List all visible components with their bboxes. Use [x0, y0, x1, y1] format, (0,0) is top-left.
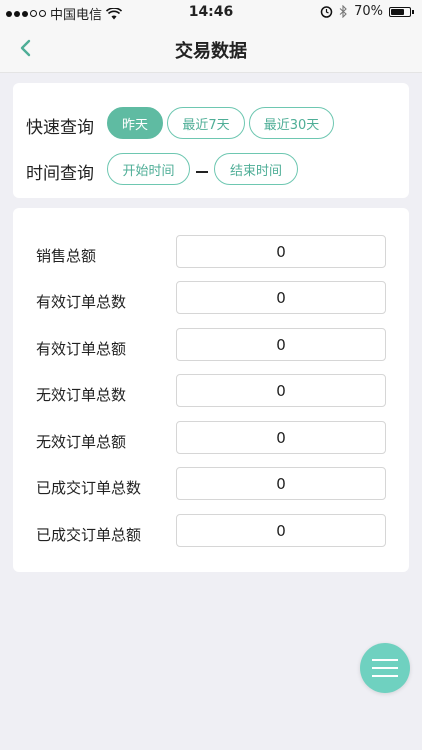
quick-query-label: 快速查询 [26, 118, 94, 138]
end-time-button[interactable]: 结束时间 [214, 153, 298, 185]
page-title: 交易数据 [175, 41, 247, 62]
battery-percent: 70% [354, 4, 383, 19]
stat-value-invalid-order-amount: 0 [176, 421, 386, 454]
quick-option-30days[interactable]: 最近30天 [249, 107, 334, 139]
stat-label-invalid-order-count: 无效订单总数 [36, 386, 127, 404]
bluetooth-icon [339, 5, 347, 18]
quick-option-yesterday[interactable]: 昨天 [107, 107, 163, 139]
stats-card: 销售总额 0 有效订单总数 0 有效订单总额 0 无效订单总数 0 无效订单总额… [13, 208, 409, 572]
stat-label-completed-order-count: 已成交订单总数 [36, 479, 142, 497]
stat-label-completed-order-amount: 已成交订单总额 [36, 526, 142, 544]
stat-value-sales-total: 0 [176, 235, 386, 268]
menu-fab-button[interactable] [360, 643, 410, 693]
nav-bar: 交易数据 [0, 24, 422, 73]
stat-value-invalid-order-count: 0 [176, 374, 386, 407]
menu-icon [372, 659, 398, 677]
stat-value-valid-order-amount: 0 [176, 328, 386, 361]
time-separator [196, 171, 208, 173]
status-bar: 中国电信 14:46 70% [0, 0, 422, 24]
battery-icon [389, 6, 414, 17]
time-query-label: 时间查询 [26, 164, 94, 184]
stat-value-completed-order-count: 0 [176, 467, 386, 500]
start-time-button[interactable]: 开始时间 [107, 153, 190, 185]
stat-label-invalid-order-amount: 无效订单总额 [36, 433, 127, 451]
stat-label-valid-order-count: 有效订单总数 [36, 293, 127, 311]
status-right: 70% [320, 4, 414, 19]
stat-value-completed-order-amount: 0 [176, 514, 386, 547]
quick-option-7days[interactable]: 最近7天 [167, 107, 245, 139]
alarm-icon [320, 6, 333, 18]
stat-label-valid-order-amount: 有效订单总额 [36, 340, 127, 358]
query-card: 快速查询 昨天 最近7天 最近30天 时间查询 开始时间 结束时间 [13, 83, 409, 198]
stat-label-sales-total: 销售总额 [36, 247, 97, 265]
stat-value-valid-order-count: 0 [176, 281, 386, 314]
